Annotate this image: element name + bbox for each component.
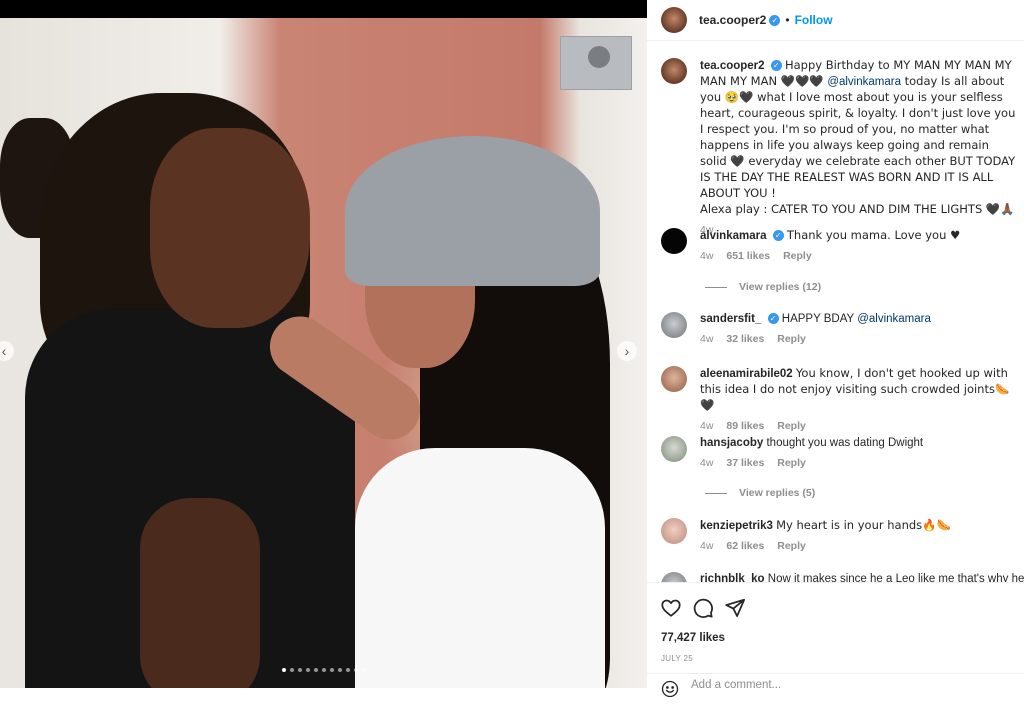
commenter-username[interactable]: hansjacoby xyxy=(700,437,763,449)
comment-item: alvinkamara ✓ Thank you mama. Love you ♥… xyxy=(661,228,1016,264)
commenter-avatar[interactable] xyxy=(661,518,687,544)
carousel-dot xyxy=(337,668,342,672)
reply-button[interactable]: Reply xyxy=(777,457,806,469)
reply-button[interactable]: Reply xyxy=(777,540,806,552)
wall-bracket-screw xyxy=(588,46,610,68)
verified-check-icon: ✓ xyxy=(772,230,784,242)
commenter-username[interactable]: kenziepetrik3 xyxy=(700,520,773,532)
comment-time[interactable]: 4w xyxy=(700,250,713,262)
view-replies-label: View replies (5) xyxy=(739,487,816,499)
verified-check-icon: ✓ xyxy=(767,313,779,325)
reply-button[interactable]: Reply xyxy=(777,333,806,345)
verified-check-icon: ✓ xyxy=(769,14,781,26)
commenter-avatar[interactable] xyxy=(661,228,687,254)
author-username[interactable]: tea.cooper2 xyxy=(699,13,766,27)
carousel-dot xyxy=(305,668,310,672)
commenter-username[interactable]: alvinkamara xyxy=(700,230,767,242)
likes-count[interactable]: 77,427 likes xyxy=(661,632,725,644)
commenter-username[interactable]: aleenamirabile02 xyxy=(700,368,793,380)
carousel-dot xyxy=(321,668,326,672)
comment-likes[interactable]: 651 likes xyxy=(726,250,770,262)
comment-likes[interactable]: 89 likes xyxy=(726,420,764,432)
comment-item: richnblk_ko Now it makes since he a Leo … xyxy=(661,572,1024,582)
heart-icon[interactable] xyxy=(660,597,682,619)
commenter-username[interactable]: sandersfit_ xyxy=(700,313,761,325)
comment-time[interactable]: 4w xyxy=(700,333,713,345)
carousel-dot xyxy=(361,668,366,672)
commenter-avatar[interactable] xyxy=(661,312,687,338)
caption: tea.cooper2 ✓ Happy Birthday to MY MAN M… xyxy=(661,58,1016,238)
carousel-dot xyxy=(353,668,358,672)
paper-plane-icon[interactable] xyxy=(724,597,746,619)
smiley-icon[interactable] xyxy=(661,680,679,698)
caption-avatar[interactable] xyxy=(661,58,687,84)
man-arm xyxy=(140,498,260,688)
woman-cap xyxy=(345,136,600,286)
commenter-avatar[interactable] xyxy=(661,436,687,462)
comment-time[interactable]: 4w xyxy=(700,540,713,552)
commenter-avatar[interactable] xyxy=(661,366,687,392)
view-replies-line xyxy=(705,286,727,288)
caption-username[interactable]: tea.cooper2 xyxy=(700,60,765,72)
view-replies-line xyxy=(705,492,727,494)
commenter-username[interactable]: richnblk_ko xyxy=(700,573,765,582)
view-replies-button[interactable]: View replies (5) xyxy=(705,487,815,499)
caption-mention[interactable]: @alvinkamara xyxy=(827,76,901,88)
post-photo[interactable] xyxy=(0,18,647,688)
comment-item: aleenamirabile02 You know, I don't get h… xyxy=(661,366,1016,434)
comments-list[interactable]: tea.cooper2 ✓ Happy Birthday to MY MAN M… xyxy=(647,41,1024,582)
carousel-dot xyxy=(281,668,286,672)
add-comment-input[interactable] xyxy=(691,679,991,691)
woman-top xyxy=(355,448,605,688)
comment-likes[interactable]: 62 likes xyxy=(726,540,764,552)
comment-item: hansjacoby thought you was dating Dwight… xyxy=(661,436,1016,471)
comment-text: Now it makes since he a Leo like me that… xyxy=(767,573,1024,582)
comment-mention[interactable]: @alvinkamara xyxy=(857,313,931,325)
chevron-right-icon[interactable]: › xyxy=(617,341,637,361)
author-avatar[interactable] xyxy=(661,7,687,33)
commenter-avatar[interactable] xyxy=(661,572,687,582)
comment-likes[interactable]: 32 likes xyxy=(726,333,764,345)
photo-top-bar xyxy=(0,0,647,18)
comment-text: thought you was dating Dwight xyxy=(766,437,924,449)
post-date[interactable]: JULY 25 xyxy=(661,654,693,663)
carousel-dot xyxy=(289,668,294,672)
reply-button[interactable]: Reply xyxy=(777,420,806,432)
carousel-dot xyxy=(345,668,350,672)
add-comment-row xyxy=(647,673,1024,704)
carousel-dot xyxy=(297,668,302,672)
carousel-dot xyxy=(329,668,334,672)
comment-text: My heart is in your hands🔥🌭 xyxy=(776,518,951,532)
carousel-dots xyxy=(0,668,647,672)
post-sidebar: tea.cooper2 ✓ • Follow tea.cooper2 ✓ Hap… xyxy=(647,0,1024,698)
follow-button[interactable]: Follow xyxy=(795,13,833,27)
header-separator: • xyxy=(785,13,790,27)
comment-item: kenziepetrik3 My heart is in your hands🔥… xyxy=(661,518,1016,554)
speech-bubble-icon[interactable] xyxy=(692,597,714,619)
comment-text: HAPPY BDAY xyxy=(781,313,858,325)
post-actions-bar: 77,427 likes JULY 25 xyxy=(647,582,1024,698)
comment-likes[interactable]: 37 likes xyxy=(726,457,764,469)
comment-text: Thank you mama. Love you ♥ xyxy=(786,228,961,242)
carousel-dot xyxy=(313,668,318,672)
view-replies-button[interactable]: View replies (12) xyxy=(705,281,821,293)
comment-time[interactable]: 4w xyxy=(700,420,713,432)
post-photo-pane: ‹ › xyxy=(0,0,647,688)
view-replies-label: View replies (12) xyxy=(739,281,822,293)
man-face xyxy=(150,128,310,328)
comment-item: sandersfit_ ✓ HAPPY BDAY @alvinkamara 4w… xyxy=(661,312,1016,347)
post-header: tea.cooper2 ✓ • Follow xyxy=(647,0,1024,41)
caption-text: Alexa play : CATER TO YOU AND DIM THE LI… xyxy=(700,202,1015,216)
verified-check-icon: ✓ xyxy=(770,60,782,72)
caption-text: today Is all about you 🥹🖤 what I love mo… xyxy=(700,74,1016,200)
comment-time[interactable]: 4w xyxy=(700,457,713,469)
reply-button[interactable]: Reply xyxy=(783,250,812,262)
